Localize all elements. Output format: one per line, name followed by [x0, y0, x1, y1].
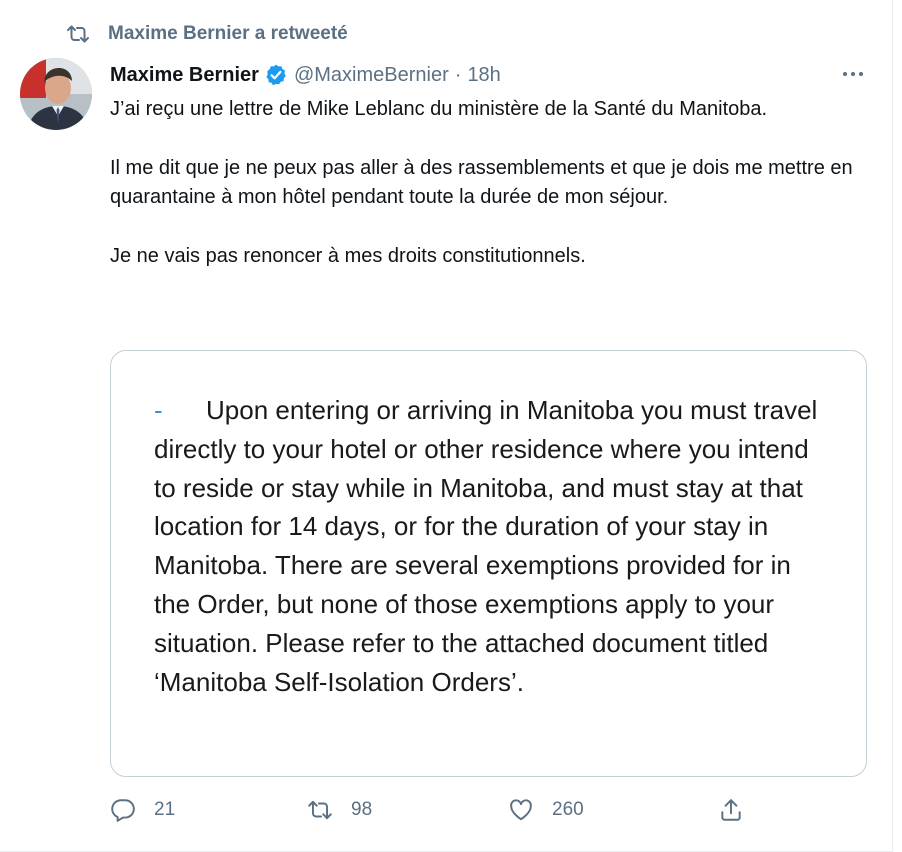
- avatar-image: [20, 58, 92, 130]
- tweet-text: J’ai reçu une lettre de Mike Leblanc du …: [110, 95, 860, 301]
- image-dash: -: [154, 395, 163, 425]
- share-button[interactable]: [718, 793, 744, 827]
- tweet-paragraph: J’ai reçu une lettre de Mike Leblanc du …: [110, 98, 768, 120]
- reply-icon: [111, 799, 135, 822]
- like-button[interactable]: 260: [508, 793, 584, 827]
- retweet-count: 98: [351, 799, 373, 820]
- tweet-actions: 21 98 260: [110, 793, 870, 827]
- retweet-button[interactable]: 98: [307, 793, 372, 827]
- attached-image[interactable]: - Upon entering or arriving in Manitoba y…: [110, 350, 867, 777]
- tweet-container[interactable]: Maxime Bernier a retweeté Maxime Bernier…: [0, 0, 893, 852]
- author-handle[interactable]: @MaximeBernier: [294, 64, 449, 87]
- retweet-context[interactable]: Maxime Bernier a retweeté: [66, 22, 348, 46]
- retweet-icon: [308, 800, 332, 820]
- share-icon: [721, 799, 741, 821]
- header-separator: ·: [454, 63, 462, 86]
- tweet-timestamp[interactable]: 18h: [467, 64, 500, 87]
- reply-count: 21: [154, 799, 176, 820]
- tweet-header: Maxime Bernier @MaximeBernier · 18h: [110, 60, 501, 90]
- more-options-icon[interactable]: [838, 63, 868, 85]
- retweet-icon: [67, 25, 89, 43]
- verified-badge-icon: [266, 64, 286, 86]
- like-count: 260: [552, 799, 584, 820]
- tweet-paragraph: Il me dit que je ne peux pas aller à des…: [110, 157, 853, 208]
- image-text: Upon entering or arriving in Manitoba yo…: [154, 395, 818, 697]
- reply-button[interactable]: 21: [110, 793, 175, 827]
- image-letter-excerpt: - Upon entering or arriving in Manitoba y…: [154, 391, 834, 701]
- avatar[interactable]: [20, 58, 92, 130]
- heart-icon: [510, 799, 532, 821]
- tweet-paragraph: Je ne vais pas renoncer à mes droits con…: [110, 245, 586, 267]
- author-name[interactable]: Maxime Bernier: [110, 64, 259, 87]
- retweet-label: Maxime Bernier a retweeté: [108, 23, 348, 44]
